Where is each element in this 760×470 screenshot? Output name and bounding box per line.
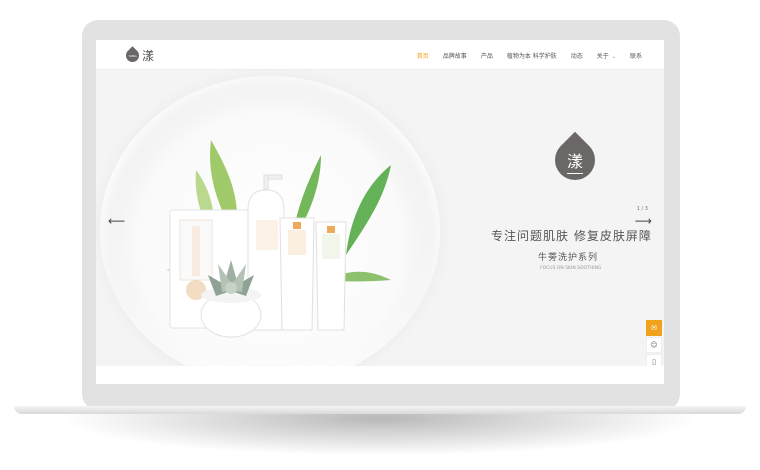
brand-drop-line	[567, 173, 583, 174]
nav-item-news[interactable]: 动态	[571, 51, 583, 60]
navbar: YANG 漾 首页 品牌故事 产品 植物为本 科学护肤 动态 关于 ⌄ 联系	[96, 40, 664, 70]
nav-item-brand-story[interactable]: 品牌故事	[443, 51, 467, 60]
nav-item-home[interactable]: 首页	[417, 51, 429, 60]
logo-text: 漾	[142, 48, 155, 63]
laptop-shadow	[60, 414, 700, 456]
website-screen: YANG 漾 首页 品牌故事 产品 植物为本 科学护肤 动态 关于 ⌄ 联系 ⟵…	[96, 40, 664, 384]
hero-banner: ⟵ 1 / 3 ⟶ 漾 专注问题肌肤 修复皮肤屏障 牛蒡洗护系列 FOCUS O…	[96, 70, 664, 384]
slide-pager: 1 / 3	[636, 206, 648, 212]
hero-subline: 牛蒡洗护系列	[538, 253, 599, 263]
hero-headline: 专注问题肌肤 修复皮肤屏障	[491, 229, 652, 243]
wechat-icon[interactable]: ☺	[646, 337, 662, 353]
brand-drop-char: 漾	[566, 152, 583, 171]
logo-mark-text: YANG	[128, 53, 137, 58]
side-tools: ✉ ☺ ▯	[646, 320, 662, 371]
arrow-left-icon[interactable]: ⟵	[108, 215, 125, 227]
nav-item-about[interactable]: 关于 ⌄	[597, 51, 616, 60]
logo[interactable]: YANG 漾	[123, 45, 186, 65]
chevron-down-icon: ⌄	[611, 53, 616, 60]
product-image	[166, 140, 391, 338]
arrow-right-icon[interactable]: ⟶	[635, 215, 652, 227]
laptop-base	[14, 406, 746, 414]
nav-menu: 首页 品牌故事 产品 植物为本 科学护肤 动态 关于 ⌄ 联系	[403, 40, 642, 70]
chat-icon[interactable]: ✉	[646, 320, 662, 336]
logo-drop-icon: YANG	[123, 45, 142, 65]
nav-item-products[interactable]: 产品	[481, 51, 493, 60]
hero-tagline: FOCUS ON SKIN SOOTHING	[540, 266, 602, 271]
footer-strip	[96, 366, 664, 384]
nav-item-about-label: 关于	[596, 52, 609, 60]
nav-item-contact[interactable]: 联系	[630, 51, 642, 60]
nav-item-science[interactable]: 植物为本 科学护肤	[507, 51, 557, 60]
